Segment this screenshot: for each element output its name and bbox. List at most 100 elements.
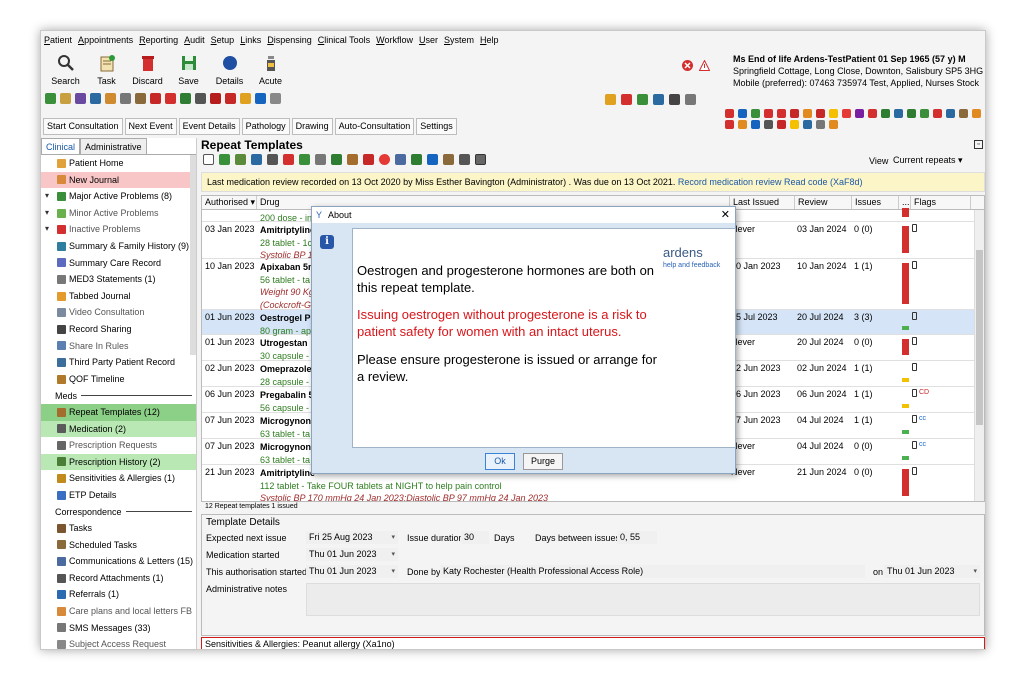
sidebar-item-tasks[interactable]: Tasks bbox=[41, 520, 196, 537]
folder-icon[interactable] bbox=[60, 93, 71, 104]
patient-status-icon[interactable] bbox=[751, 109, 760, 118]
tab-auto-consultation[interactable]: Auto-Consultation bbox=[334, 118, 415, 135]
sidebar-item-inactive-problems[interactable]: ▾ Inactive Problems bbox=[41, 221, 196, 238]
patient-status-icon[interactable] bbox=[868, 109, 877, 118]
person-icon[interactable] bbox=[240, 93, 251, 104]
add-icon[interactable] bbox=[219, 154, 230, 165]
edit-icon[interactable] bbox=[235, 154, 246, 165]
copy-icon[interactable] bbox=[315, 154, 326, 165]
info-icon[interactable] bbox=[427, 154, 438, 165]
cancel-repeat-icon[interactable] bbox=[363, 154, 374, 165]
close-icon[interactable]: ✕ bbox=[721, 207, 730, 223]
cup-icon[interactable] bbox=[120, 93, 131, 104]
sidebar-item-med3-statements-1[interactable]: MED3 Statements (1) bbox=[41, 271, 196, 288]
menu-item-appointments[interactable]: Appointments bbox=[78, 35, 133, 45]
tab-administrative[interactable]: Administrative bbox=[80, 138, 147, 154]
menu-item-clinical-tools[interactable]: Clinical Tools bbox=[318, 35, 370, 45]
move-icon[interactable] bbox=[459, 154, 470, 165]
calculator-icon[interactable] bbox=[685, 94, 696, 105]
sidebar-item-summary-care-record[interactable]: Summary Care Record bbox=[41, 255, 196, 272]
notes-icon[interactable] bbox=[605, 94, 616, 105]
pencil-icon[interactable] bbox=[135, 93, 146, 104]
menu-item-reporting[interactable]: Reporting bbox=[139, 35, 178, 45]
sidebar-item-summary-family-history-9[interactable]: Summary & Family History (9) bbox=[41, 238, 196, 255]
column-last-issued[interactable]: Last Issued bbox=[730, 196, 795, 209]
sidebar-item-record-attachments-1[interactable]: Record Attachments (1) bbox=[41, 570, 196, 587]
patient-status-icon[interactable] bbox=[933, 109, 942, 118]
patient-status-icon[interactable] bbox=[764, 109, 773, 118]
scales-icon[interactable] bbox=[195, 93, 206, 104]
expand-arrow-icon[interactable]: ▾ bbox=[45, 221, 55, 238]
issue-duration-field[interactable]: 30 bbox=[461, 531, 489, 544]
search-button[interactable]: Search bbox=[45, 51, 86, 86]
tab-next-event[interactable]: Next Event bbox=[124, 118, 177, 135]
reauthorise-icon[interactable] bbox=[347, 154, 358, 165]
medication-started-field[interactable]: Thu 01 Jun 2023 ▾ bbox=[306, 548, 398, 561]
play-icon[interactable] bbox=[331, 154, 342, 165]
sidebar-item-medication-2[interactable]: Medication (2) bbox=[41, 420, 196, 438]
money-icon[interactable] bbox=[637, 94, 648, 105]
patient-status-icon[interactable] bbox=[959, 109, 968, 118]
sidebar-item-new-journal[interactable]: New Journal bbox=[41, 171, 196, 189]
record-review-link[interactable]: Record medication review Read code (XaF8… bbox=[678, 177, 863, 187]
patient-status-icon[interactable] bbox=[920, 109, 929, 118]
column-flags[interactable]: Flags bbox=[911, 196, 971, 209]
menu-item-setup[interactable]: Setup bbox=[211, 35, 235, 45]
done-by-field[interactable]: Katy Rochester (Health Professional Acce… bbox=[440, 565, 865, 578]
tab-settings[interactable]: Settings bbox=[416, 118, 457, 135]
patient-status-icon[interactable] bbox=[946, 109, 955, 118]
patient-status-icon[interactable] bbox=[816, 120, 825, 129]
sidebar-item-sms-messages-33[interactable]: SMS Messages (33) bbox=[41, 620, 196, 637]
days-between-issues-field[interactable]: 0, 55 bbox=[617, 531, 657, 544]
book-icon[interactable] bbox=[395, 154, 406, 165]
history-icon[interactable] bbox=[443, 154, 454, 165]
expected-next-issue-field[interactable]: Fri 25 Aug 2023 ▾ bbox=[306, 531, 398, 544]
sidebar-item-video-consultation[interactable]: Video Consultation bbox=[41, 304, 196, 321]
clip-icon[interactable] bbox=[90, 93, 101, 104]
leaf-icon[interactable] bbox=[45, 93, 56, 104]
patient-status-icon[interactable] bbox=[829, 120, 838, 129]
on-date-field[interactable]: Thu 01 Jun 2023 ▾ bbox=[884, 565, 980, 578]
patient-status-icon[interactable] bbox=[790, 109, 799, 118]
menu-item-system[interactable]: System bbox=[444, 35, 474, 45]
column-issues[interactable]: Issues bbox=[852, 196, 899, 209]
tab-drawing[interactable]: Drawing bbox=[291, 118, 333, 135]
sidebar-item-minor-active-problems[interactable]: ▾ Minor Active Problems bbox=[41, 205, 196, 222]
sidebar-item-tabbed-journal[interactable]: Tabbed Journal bbox=[41, 288, 196, 305]
pin-icon[interactable] bbox=[267, 154, 278, 165]
task-button[interactable]: Task bbox=[86, 51, 127, 86]
sidebar-item-scheduled-tasks[interactable]: Scheduled Tasks bbox=[41, 537, 196, 554]
scrollbar-thumb[interactable] bbox=[976, 250, 983, 425]
sidebar-item-sensitivities-allergies-1[interactable]: Sensitivities & Allergies (1) bbox=[41, 470, 196, 487]
sidebar-item-subject-access-request[interactable]: Subject Access Request bbox=[41, 636, 196, 649]
patient-status-icon[interactable] bbox=[738, 120, 747, 129]
tab-pathology[interactable]: Pathology bbox=[241, 118, 290, 135]
ok-button[interactable]: Ok bbox=[485, 453, 515, 470]
menu-item-links[interactable]: Links bbox=[240, 35, 261, 45]
patient-status-icon[interactable] bbox=[816, 109, 825, 118]
patient-status-icon[interactable] bbox=[725, 109, 734, 118]
patient-status-icon[interactable] bbox=[972, 109, 981, 118]
patient-status-icon[interactable] bbox=[777, 120, 786, 129]
sidebar-item-communications-letters-15[interactable]: Communications & Letters (15) bbox=[41, 553, 196, 570]
cup-red-icon[interactable] bbox=[210, 93, 221, 104]
patient-status-icon[interactable] bbox=[790, 120, 799, 129]
patient-status-icon[interactable] bbox=[777, 109, 786, 118]
menu-item-workflow[interactable]: Workflow bbox=[376, 35, 413, 45]
bp-icon[interactable] bbox=[165, 93, 176, 104]
patient-status-icon[interactable] bbox=[803, 109, 812, 118]
menu-item-help[interactable]: Help bbox=[480, 35, 499, 45]
sidebar-item-third-party-patient-record[interactable]: Third Party Patient Record bbox=[41, 354, 196, 371]
chart-icon[interactable] bbox=[150, 93, 161, 104]
patient-status-icon[interactable] bbox=[751, 120, 760, 129]
sidebar-scrollbar[interactable] bbox=[190, 155, 196, 355]
patient-status-icon[interactable] bbox=[803, 120, 812, 129]
sidebar-item-prescription-history-2[interactable]: Prescription History (2) bbox=[41, 453, 196, 471]
syringe-icon[interactable] bbox=[299, 154, 310, 165]
table-scrollbar[interactable] bbox=[974, 210, 984, 501]
printer-icon[interactable] bbox=[669, 94, 680, 105]
expand-arrow-icon[interactable]: ▾ bbox=[45, 205, 55, 222]
patient-status-icon[interactable] bbox=[738, 109, 747, 118]
menu-item-user[interactable]: User bbox=[419, 35, 438, 45]
tab-start-consultation[interactable]: Start Consultation bbox=[43, 118, 123, 135]
